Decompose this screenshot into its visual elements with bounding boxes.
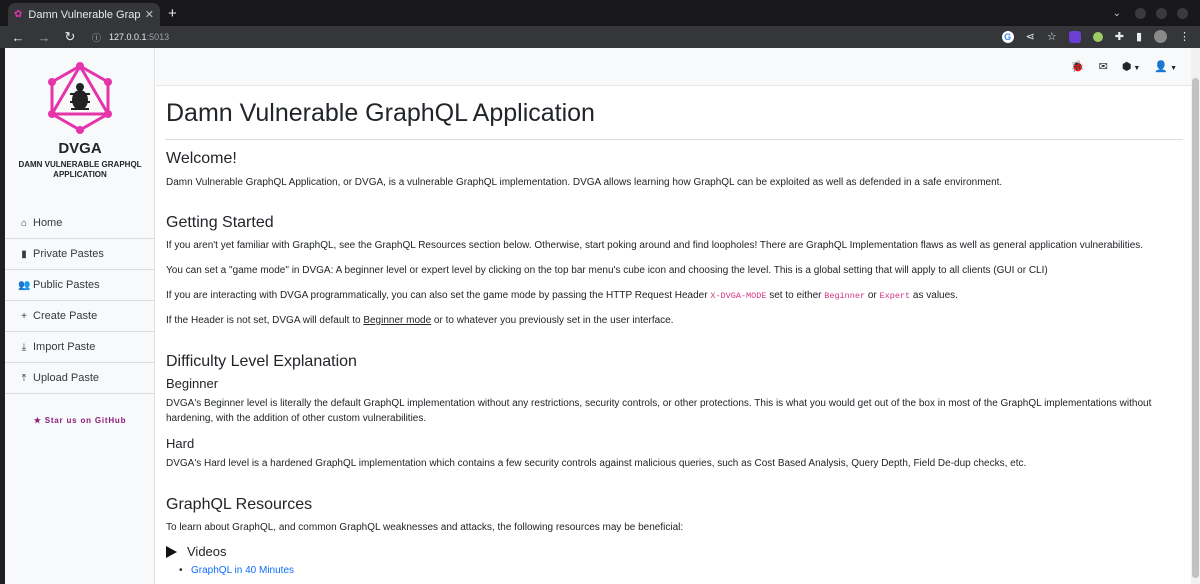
side-panel-icon[interactable]: ▮ xyxy=(1136,30,1142,43)
github-star-label: Star us on GitHub xyxy=(44,416,127,425)
gs-p3-text-a: If you are interacting with DVGA program… xyxy=(166,290,711,301)
videos-label: Videos xyxy=(187,544,227,559)
toolbar-right-icons: G ⋖ ☆ ✚ ▮ ⋮ xyxy=(1001,30,1190,43)
browser-toolbar: ← → ↻ ⓘ 127.0.0.1:5013 G ⋖ ☆ ✚ ▮ ⋮ xyxy=(0,26,1200,48)
close-window-button[interactable] xyxy=(1177,8,1188,19)
web-page: DVGA DAMN VULNERABLE GRAPHQL APPLICATION… xyxy=(5,48,1191,584)
brand-subtitle: DAMN VULNERABLE GRAPHQL APPLICATION xyxy=(18,160,142,179)
sidebar-item-upload-paste[interactable]: ⤒ Upload Paste xyxy=(5,363,155,394)
top-navbar-icons: 🐞 ✉ ⬢ ▼ 👤 ▼ xyxy=(1071,60,1177,73)
new-tab-button[interactable]: + xyxy=(168,5,177,22)
tab-search-chevron-icon[interactable]: ⌄ xyxy=(1113,8,1121,19)
video-link[interactable]: GraphQL in 40 Minutes xyxy=(179,565,294,576)
beginner-code: Beginner xyxy=(824,291,866,301)
getting-started-paragraph-4: If the Header is not set, DVGA will defa… xyxy=(166,313,1176,328)
caret-down-icon: ▼ xyxy=(1170,65,1177,72)
maximize-button[interactable] xyxy=(1156,8,1167,19)
page-scrollbar[interactable] xyxy=(1191,48,1200,584)
getting-started-heading: Getting Started xyxy=(166,214,274,231)
gs-p3-text-d: as values. xyxy=(910,290,958,301)
sidebar-item-public-pastes[interactable]: 👥 Public Pastes xyxy=(5,270,155,301)
sidebar-item-label: Upload Paste xyxy=(33,372,100,384)
getting-started-paragraph-1: If you aren't yet familiar with GraphQL,… xyxy=(166,240,1144,251)
browser-menu-icon[interactable]: ⋮ xyxy=(1179,30,1190,43)
cubes-icon: ⬢ xyxy=(1121,61,1132,73)
brand-name: DVGA xyxy=(58,140,102,157)
sidebar-item-label: Home xyxy=(33,217,63,229)
hard-heading: Hard xyxy=(166,436,195,451)
gs-p3-text-c: or xyxy=(865,290,880,301)
reload-icon[interactable]: ↻ xyxy=(62,29,78,45)
download-icon: ⤓ xyxy=(21,341,27,353)
getting-started-paragraph-3: If you are interacting with DVGA program… xyxy=(166,288,1176,304)
profile-avatar[interactable] xyxy=(1154,30,1167,43)
beginner-text: DVGA's Beginner level is literally the d… xyxy=(166,398,1152,424)
caret-down-icon: ▼ xyxy=(1133,65,1141,72)
sidebar-menu: ⌂ Home ▮ Private Pastes 👥 Public Pastes … xyxy=(5,208,155,394)
envelope-icon[interactable]: ✉ xyxy=(1099,60,1108,73)
gs-p3-text-b: set to either xyxy=(766,290,825,301)
users-icon: 👥 xyxy=(18,279,31,291)
sidebar-item-label: Create Paste xyxy=(33,310,98,322)
upload-icon: ⤒ xyxy=(21,372,27,384)
resources-heading: GraphQL Resources xyxy=(166,496,313,513)
browser-tabbar: ✿ Damn Vulnerable GraphQ ✕ + ⌄ xyxy=(0,0,1200,26)
url-host: 127.0.0.1 xyxy=(109,32,147,42)
github-star-link[interactable]: ★ Star us on GitHub xyxy=(5,416,155,425)
tab-title: Damn Vulnerable GraphQ xyxy=(28,8,141,21)
hard-text: DVGA's Hard level is a hardened GraphQL … xyxy=(166,458,1027,469)
sidebar-item-label: Public Pastes xyxy=(33,279,100,291)
top-navbar: 🐞 ✉ ⬢ ▼ 👤 ▼ xyxy=(156,48,1191,86)
close-tab-icon[interactable]: ✕ xyxy=(145,8,154,21)
sidebar-item-label: Import Paste xyxy=(33,341,96,353)
difficulty-heading: Difficulty Level Explanation xyxy=(166,353,357,370)
disclosure-triangle-icon xyxy=(166,545,177,558)
sidebar-item-home[interactable]: ⌂ Home xyxy=(5,208,155,239)
beginner-mode-text: Beginner mode xyxy=(363,315,432,326)
forward-icon[interactable]: → xyxy=(36,30,52,45)
gs-p4-text-b: or to whatever you previously set in the… xyxy=(431,315,674,326)
gs-p4-text-a: If the Header is not set, DVGA will defa… xyxy=(166,315,364,326)
cubes-dropdown[interactable]: ⬢ ▼ xyxy=(1122,60,1141,73)
minimize-button[interactable] xyxy=(1135,8,1146,19)
plus-icon: + xyxy=(21,310,27,322)
extensions-puzzle-icon[interactable]: ✚ xyxy=(1115,30,1124,43)
share-icon[interactable]: ⋖ xyxy=(1026,30,1035,43)
google-icon[interactable]: G xyxy=(1001,30,1014,43)
sidebar-item-private-pastes[interactable]: ▮ Private Pastes xyxy=(5,239,155,270)
bookmark-star-icon[interactable]: ☆ xyxy=(1047,30,1057,43)
sidebar-item-import-paste[interactable]: ⤓ Import Paste xyxy=(5,332,155,363)
bug-icon[interactable]: 🐞 xyxy=(1071,60,1085,73)
extension-purple-icon[interactable] xyxy=(1068,30,1081,43)
graphql-favicon-icon: ✿ xyxy=(14,9,23,20)
beginner-heading: Beginner xyxy=(166,376,219,391)
getting-started-paragraph-2: You can set a "game mode" in DVGA: A beg… xyxy=(166,265,1048,276)
user-dropdown[interactable]: 👤 ▼ xyxy=(1154,60,1177,73)
header-name-code: X-DVGA-MODE xyxy=(710,291,767,301)
window-controls: ⌄ xyxy=(1113,8,1188,19)
graphql-bug-logo-icon xyxy=(48,62,112,134)
title-divider xyxy=(165,139,1183,140)
browser-tab[interactable]: ✿ Damn Vulnerable GraphQ ✕ xyxy=(8,3,160,26)
extension-green-icon[interactable] xyxy=(1092,31,1103,42)
sidebar: DVGA DAMN VULNERABLE GRAPHQL APPLICATION… xyxy=(5,48,155,584)
back-icon[interactable]: ← xyxy=(10,30,26,45)
user-icon: 👤 xyxy=(1154,61,1169,73)
welcome-text: Damn Vulnerable GraphQL Application, or … xyxy=(166,177,1003,188)
resources-text: To learn about GraphQL, and common Graph… xyxy=(166,522,684,533)
url-port: :5013 xyxy=(146,32,170,42)
sidebar-item-create-paste[interactable]: + Create Paste xyxy=(5,301,155,332)
clipboard-icon: ▮ xyxy=(21,248,27,260)
sidebar-item-label: Private Pastes xyxy=(33,248,104,260)
home-icon: ⌂ xyxy=(20,217,28,229)
star-icon: ★ xyxy=(33,416,42,425)
dvga-logo[interactable] xyxy=(5,62,155,139)
expert-code: Expert xyxy=(879,291,911,301)
page-title: Damn Vulnerable GraphQL Application xyxy=(166,99,595,127)
scrollbar-thumb[interactable] xyxy=(1192,78,1199,578)
videos-toggle[interactable]: Videos xyxy=(166,544,227,559)
site-info-icon[interactable]: ⓘ xyxy=(92,31,101,44)
address-bar[interactable]: ⓘ 127.0.0.1:5013 xyxy=(92,31,169,44)
welcome-heading: Welcome! xyxy=(166,150,237,167)
